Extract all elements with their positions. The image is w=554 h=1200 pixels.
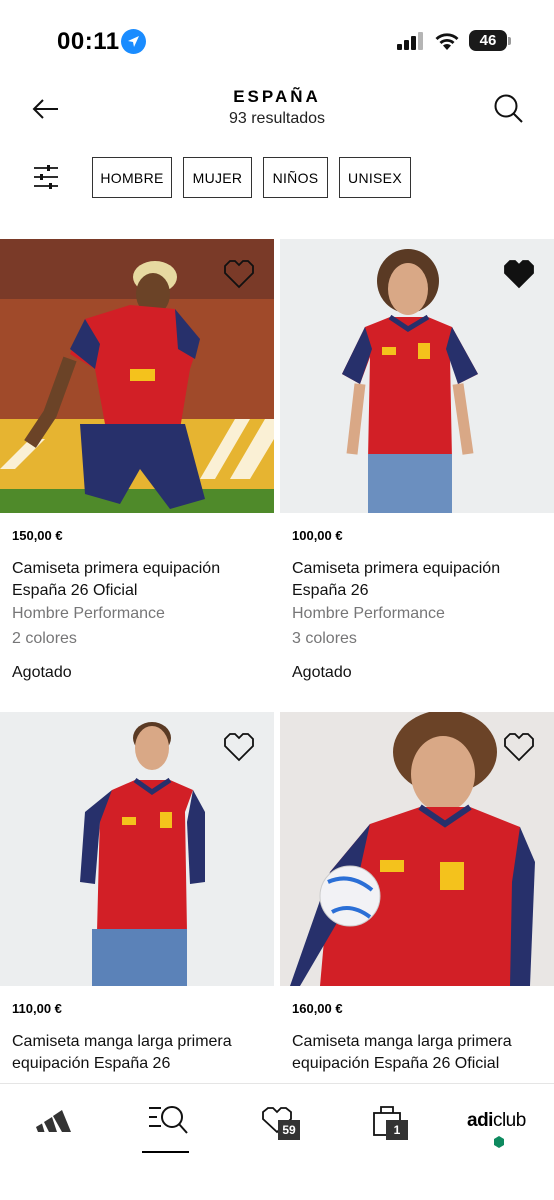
page-title: ESPAÑA — [233, 87, 321, 106]
filter-chip-hombre[interactable]: HOMBRE — [92, 157, 172, 198]
wishlist-count-badge: 59 — [278, 1120, 300, 1140]
search-list-icon — [149, 1106, 188, 1134]
product-price: 160,00 € — [292, 1001, 343, 1016]
battery-indicator: 46 — [469, 30, 507, 51]
product-image[interactable] — [0, 239, 274, 513]
wishlist-heart-icon[interactable] — [222, 732, 256, 762]
product-card[interactable]: 150,00 € Camiseta primera equipación Esp… — [0, 239, 274, 681]
product-name[interactable]: Camiseta primera equipación España 26 Of… — [12, 558, 270, 602]
status-time: 00:11 — [57, 28, 120, 55]
search-icon[interactable] — [492, 92, 524, 124]
cellular-signal-icon — [397, 32, 423, 50]
wishlist-heart-filled-icon[interactable] — [502, 259, 536, 289]
filter-chip-ninos[interactable]: NIÑOS — [263, 157, 328, 198]
product-price: 100,00 € — [292, 528, 343, 543]
product-image[interactable] — [280, 239, 554, 513]
product-name[interactable]: Camiseta primera equipación España 26 — [292, 558, 550, 602]
location-arrow-icon — [121, 29, 146, 54]
bottom-navigation: 59 1 adiclub — [0, 1083, 554, 1200]
nav-home[interactable] — [25, 1084, 85, 1164]
product-availability: Agotado — [12, 664, 72, 681]
wishlist-heart-icon[interactable] — [502, 732, 536, 762]
page-header: ESPAÑA 93 resultados — [0, 80, 554, 140]
filter-sliders-icon[interactable] — [32, 163, 60, 191]
product-category: Hombre Performance — [12, 605, 165, 622]
status-bar: 00:11 46 — [0, 0, 554, 80]
product-price: 150,00 € — [12, 528, 63, 543]
filter-bar: HOMBRE MUJER NIÑOS UNISEX — [0, 157, 554, 199]
product-name[interactable]: Camiseta manga larga primera equipación … — [12, 1031, 270, 1075]
nav-search[interactable] — [142, 1084, 192, 1164]
product-availability: Agotado — [292, 664, 352, 681]
adidas-logo-icon — [36, 1110, 71, 1132]
product-price: 110,00 € — [12, 1001, 62, 1016]
product-card[interactable]: 110,00 € Camiseta manga larga primera eq… — [0, 712, 274, 1072]
product-category: Hombre Performance — [292, 605, 445, 622]
adiclub-label: adiclub — [467, 1110, 526, 1131]
filter-chip-mujer[interactable]: MUJER — [183, 157, 252, 198]
product-image[interactable] — [0, 712, 274, 986]
product-card[interactable]: 160,00 € Camiseta manga larga primera eq… — [280, 712, 554, 1072]
filter-chip-unisex[interactable]: UNISEX — [339, 157, 411, 198]
adiclub-hexagon-icon — [494, 1136, 504, 1148]
nav-adiclub[interactable]: adiclub — [455, 1084, 540, 1164]
wishlist-heart-icon[interactable] — [222, 259, 256, 289]
product-card[interactable]: 100,00 € Camiseta primera equipación Esp… — [280, 239, 554, 681]
product-colors: 3 colores — [292, 630, 357, 647]
product-colors: 2 colores — [12, 630, 77, 647]
bag-count-badge: 1 — [386, 1120, 408, 1140]
wifi-icon — [435, 33, 459, 50]
battery-tip — [508, 37, 511, 45]
results-count: 93 resultados — [228, 110, 326, 127]
product-name[interactable]: Camiseta manga larga primera equipación … — [292, 1031, 550, 1075]
nav-wishlist[interactable]: 59 — [258, 1084, 303, 1164]
active-tab-indicator — [142, 1151, 189, 1153]
product-image[interactable] — [280, 712, 554, 986]
nav-bag[interactable]: 1 — [372, 1084, 417, 1164]
